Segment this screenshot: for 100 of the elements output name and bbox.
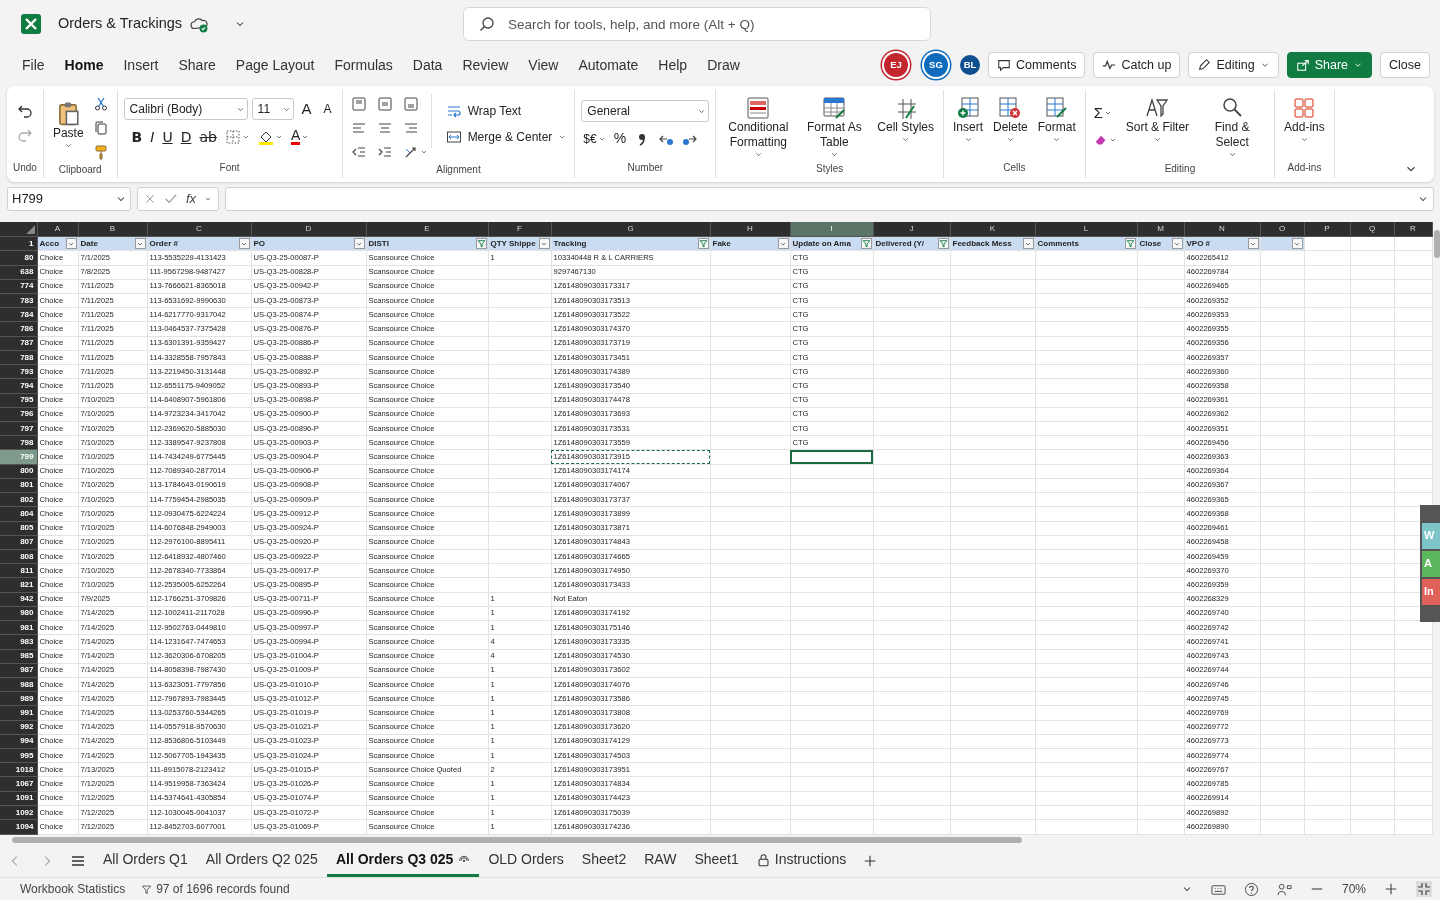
underline-button[interactable]: U bbox=[160, 124, 175, 150]
decrease-font-button[interactable]: A bbox=[319, 100, 336, 119]
spreadsheet-logo-icon[interactable] bbox=[20, 13, 42, 35]
menu-tab[interactable]: Page Layout bbox=[225, 50, 325, 80]
menu-tab[interactable]: Automate bbox=[568, 50, 649, 80]
sheet-tab[interactable]: All Orders Q1 bbox=[94, 845, 197, 877]
font-name-dropdown[interactable]: Calibri (Body) bbox=[123, 98, 248, 121]
increase-font-button[interactable]: A bbox=[297, 98, 316, 121]
accessibility-icon[interactable] bbox=[1276, 881, 1292, 897]
menu-tab[interactable]: Formulas bbox=[324, 50, 403, 80]
column-letter[interactable]: K bbox=[950, 222, 1035, 237]
column-letter[interactable]: N bbox=[1184, 222, 1260, 237]
filter-dropdown-button[interactable] bbox=[1247, 238, 1259, 250]
conditional-formatting-button[interactable]: Conditional Formatting bbox=[722, 94, 795, 161]
workbook-statistics-link[interactable]: Workbook Statistics bbox=[20, 880, 126, 898]
wrap-text-button[interactable]: Wrap Text bbox=[443, 100, 569, 122]
name-box[interactable]: H799 bbox=[7, 187, 131, 211]
filter-dropdown-button[interactable] bbox=[1171, 238, 1183, 250]
bold-button[interactable]: B bbox=[129, 124, 145, 150]
menu-tab[interactable]: Help bbox=[648, 50, 698, 80]
column-letter[interactable]: G bbox=[551, 222, 710, 237]
filter-applied-button[interactable] bbox=[697, 238, 709, 250]
menu-tab[interactable]: Share bbox=[168, 50, 226, 80]
number-format-dropdown[interactable]: General bbox=[581, 100, 710, 122]
sheet-tab[interactable]: OLD Orders bbox=[479, 845, 573, 877]
sheet-tab[interactable]: Sheet1 bbox=[685, 845, 748, 877]
menu-tab[interactable]: Data bbox=[402, 50, 453, 80]
add-sheet-icon[interactable] bbox=[863, 854, 878, 868]
cancel-icon[interactable] bbox=[144, 193, 156, 205]
menu-tab[interactable]: Draw bbox=[697, 50, 750, 80]
side-panel-tab[interactable]: In bbox=[1422, 578, 1440, 605]
avatar[interactable]: BL bbox=[959, 55, 980, 75]
autosum-button[interactable]: Σ bbox=[1091, 100, 1119, 127]
cell-styles-button[interactable]: Cell Styles bbox=[874, 94, 937, 146]
column-letter[interactable]: O bbox=[1260, 222, 1304, 237]
filter-applied-button[interactable] bbox=[937, 238, 949, 250]
find-select-button[interactable]: Find & Select bbox=[1196, 94, 1269, 161]
filter-dropdown-button[interactable] bbox=[238, 238, 250, 250]
avatar[interactable]: EJ bbox=[883, 53, 908, 77]
font-size-dropdown[interactable]: 11 bbox=[251, 98, 294, 121]
check-icon[interactable] bbox=[164, 192, 178, 206]
catch-up-button[interactable]: Catch up bbox=[1093, 52, 1181, 78]
selected-cell[interactable] bbox=[790, 449, 873, 465]
menu-icon[interactable] bbox=[70, 853, 86, 869]
menu-tab[interactable]: Home bbox=[54, 50, 114, 80]
sheet-tab[interactable]: All Orders Q2 025 bbox=[196, 845, 327, 877]
column-letter[interactable]: R bbox=[1394, 222, 1432, 237]
filter-applied-button[interactable] bbox=[475, 238, 487, 250]
italic-button[interactable]: I bbox=[148, 124, 157, 150]
sheet-tab[interactable]: Sheet2 bbox=[572, 845, 636, 877]
filter-dropdown-button[interactable] bbox=[1291, 238, 1303, 250]
double-underline-button[interactable]: D bbox=[178, 124, 194, 150]
insert-button[interactable]: Insert bbox=[950, 94, 987, 146]
zoom-level[interactable]: 70% bbox=[1341, 880, 1366, 898]
comments-button[interactable]: Comments bbox=[987, 52, 1086, 78]
sort-filter-button[interactable]: Sort & Filter bbox=[1122, 94, 1193, 146]
column-letter[interactable]: J bbox=[873, 222, 950, 237]
editing-button[interactable]: Editing bbox=[1188, 52, 1279, 78]
filter-dropdown-button[interactable] bbox=[1022, 238, 1034, 250]
column-letter[interactable]: E bbox=[366, 222, 488, 237]
filter-dropdown-button[interactable] bbox=[538, 238, 550, 250]
column-letter[interactable]: D bbox=[251, 222, 366, 237]
share-button[interactable]: Share bbox=[1286, 52, 1373, 78]
paste-button[interactable]: Paste bbox=[49, 98, 87, 152]
currency-button[interactable]: $€ bbox=[581, 127, 608, 150]
column-letter[interactable]: A bbox=[37, 222, 78, 237]
filter-dropdown-button[interactable] bbox=[65, 238, 77, 250]
format-button[interactable]: Format bbox=[1034, 94, 1079, 146]
filter-dropdown-button[interactable] bbox=[353, 238, 365, 250]
search-field[interactable]: Search for tools, help, and more (Alt + Q) bbox=[463, 7, 931, 41]
menu-tab[interactable]: File bbox=[12, 50, 55, 80]
percent-button[interactable]: % bbox=[611, 126, 629, 151]
add-ins-button[interactable]: Add-ins bbox=[1281, 94, 1328, 146]
filter-applied-button[interactable] bbox=[860, 238, 872, 250]
format-as-table-button[interactable]: Format As Table bbox=[798, 94, 871, 161]
zoom-in-icon[interactable] bbox=[1384, 882, 1398, 896]
font-color-button[interactable]: A bbox=[288, 127, 312, 147]
filter-dropdown-button[interactable] bbox=[777, 238, 789, 250]
column-letter[interactable]: P bbox=[1304, 222, 1350, 237]
merge-center-button[interactable]: Merge & Center bbox=[443, 126, 569, 148]
filter-applied-button[interactable] bbox=[1124, 238, 1136, 250]
strikethrough-button[interactable]: ab bbox=[197, 124, 219, 150]
column-letter[interactable]: M bbox=[1137, 222, 1184, 237]
column-letter[interactable]: H bbox=[710, 222, 790, 237]
menu-tab[interactable]: View bbox=[518, 50, 569, 80]
sheet-tab[interactable]: Instructions bbox=[747, 845, 856, 877]
column-letter[interactable]: F bbox=[488, 222, 551, 237]
fit-screen-icon[interactable] bbox=[1416, 881, 1432, 897]
column-letter[interactable]: C bbox=[147, 222, 251, 237]
delete-button[interactable]: Delete bbox=[990, 94, 1031, 146]
formula-input[interactable] bbox=[225, 187, 1434, 211]
column-letter[interactable]: I bbox=[790, 222, 873, 237]
column-letter[interactable]: Q bbox=[1350, 222, 1394, 237]
column-letter[interactable]: B bbox=[78, 222, 147, 237]
help-icon[interactable] bbox=[1243, 881, 1259, 897]
avatar[interactable]: SG bbox=[923, 53, 948, 77]
column-letter[interactable]: L bbox=[1035, 222, 1137, 237]
menu-tab[interactable]: Insert bbox=[113, 50, 169, 80]
insert-function-button[interactable]: fx bbox=[186, 189, 197, 209]
filter-dropdown-button[interactable] bbox=[134, 238, 146, 250]
